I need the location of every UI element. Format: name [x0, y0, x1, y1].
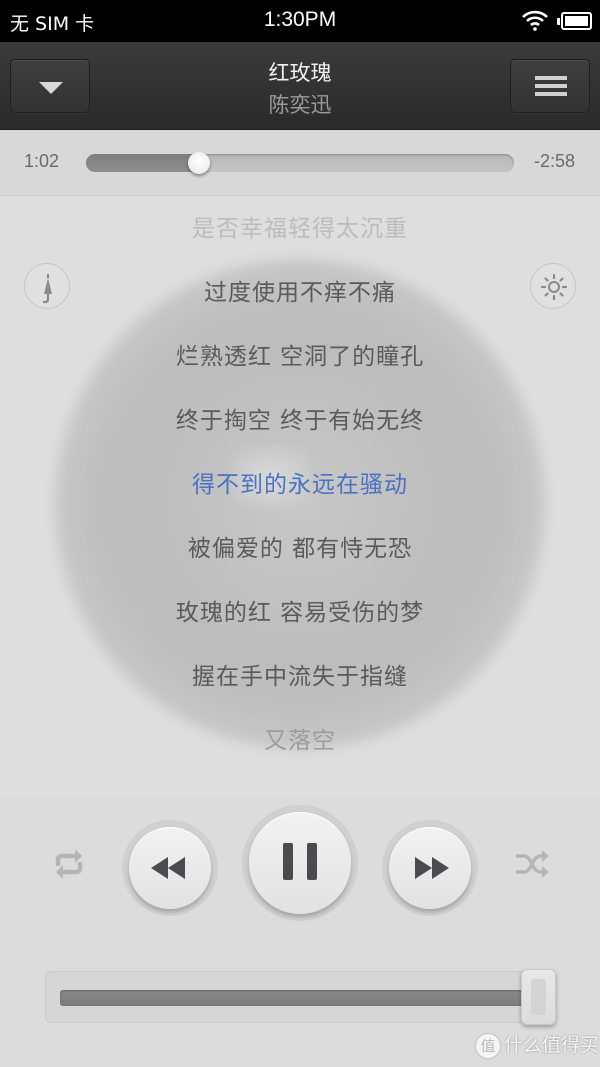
seek-slider[interactable]: [86, 152, 514, 174]
shuffle-icon: [516, 850, 549, 878]
lyrics-panel: 是否幸福轻得太沉重 过度使用不痒不痛 烂熟透红 空洞了的瞳孔 终于掏空 终于有始无终得…: [0, 197, 600, 797]
fast-forward-icon: [415, 857, 449, 879]
lyric-line[interactable]: 玫瑰的红 容易受伤的梦: [0, 593, 600, 627]
status-bar: 无 SIM 卡 1:30PM: [0, 0, 600, 42]
seek-slider-thumb[interactable]: [187, 152, 210, 174]
watermark-badge: 值: [476, 1033, 500, 1058]
volume-slider-thumb[interactable]: [521, 969, 556, 1025]
now-playing-header: 红玫瑰 陈奕迅: [0, 42, 600, 130]
watermark: 值什么值得买: [476, 1030, 599, 1058]
clock: 1:30PM: [263, 8, 337, 31]
shuffle-button[interactable]: [512, 844, 552, 884]
lyric-line[interactable]: 过度使用不痒不痛: [0, 273, 600, 307]
volume-slider[interactable]: [60, 990, 530, 1006]
lyric-line[interactable]: 握在手中流失于指缝: [0, 657, 600, 691]
repeat-button[interactable]: [49, 844, 89, 884]
menu-button[interactable]: [510, 59, 590, 113]
rewind-icon: [151, 857, 185, 879]
lyric-line[interactable]: 烂熟透红 空洞了的瞳孔: [0, 337, 600, 371]
playback-controls: [0, 797, 600, 947]
next-button[interactable]: [389, 827, 471, 909]
wifi-icon: [522, 10, 548, 31]
pause-icon: [283, 843, 317, 880]
lyric-line[interactable]: 终于掏空 终于有始无终: [0, 401, 600, 435]
watermark-text: 什么值得买: [504, 1034, 600, 1056]
seek-slider-fill: [86, 154, 199, 172]
remaining-time: -2:58: [534, 151, 576, 171]
repeat-icon: [55, 849, 83, 879]
play-pause-button[interactable]: [249, 812, 351, 914]
previous-button[interactable]: [129, 827, 211, 909]
battery-icon: [557, 12, 592, 30]
lyric-line-current[interactable]: 得不到的永远在骚动: [0, 465, 600, 499]
playback-progress: 1:02 -2:58: [0, 130, 600, 196]
menu-icon: [535, 76, 567, 96]
lyric-line[interactable]: 是否幸福轻得太沉重: [0, 209, 600, 243]
elapsed-time: 1:02: [24, 151, 60, 171]
lyric-line[interactable]: 被偏爱的 都有恃无恐: [0, 529, 600, 563]
lyric-line[interactable]: 又落空: [0, 721, 600, 755]
